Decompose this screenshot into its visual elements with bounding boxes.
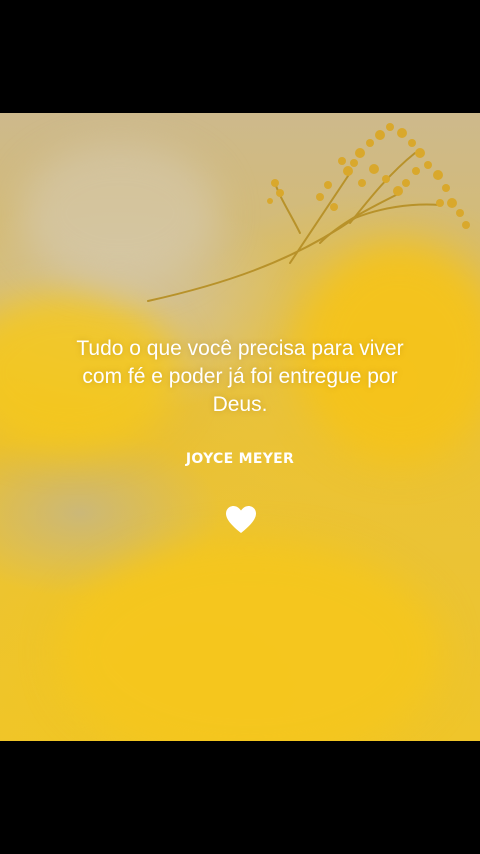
quote-block: Tudo o que você precisa para viver com f… [0, 335, 480, 467]
heart-icon [226, 506, 256, 533]
blur-blob [60, 543, 440, 741]
quote-text: Tudo o que você precisa para viver com f… [76, 337, 404, 416]
video-frame: Tudo o que você precisa para viver com f… [0, 0, 480, 854]
quote-author: JOYCE MEYER [185, 451, 295, 467]
flower-branch [147, 123, 470, 302]
